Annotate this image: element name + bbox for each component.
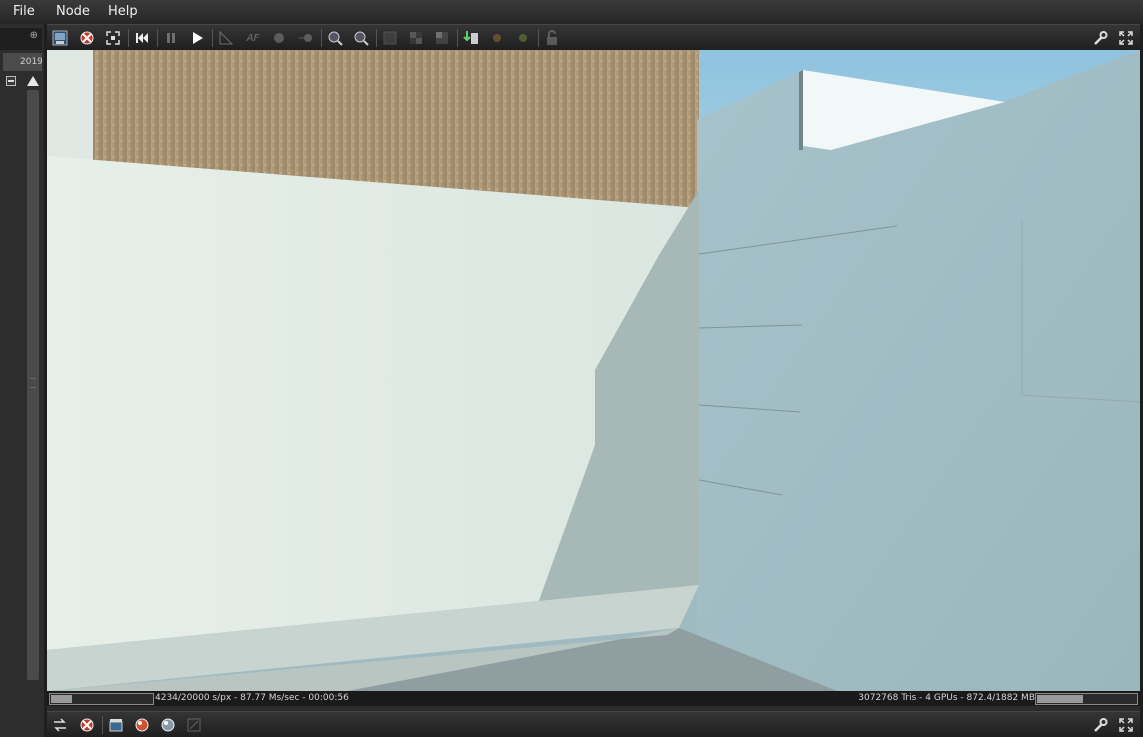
- pick-focus-icon[interactable]: [216, 28, 236, 48]
- pick-material-icon[interactable]: [269, 28, 289, 48]
- lock-icon[interactable]: [542, 28, 562, 48]
- fullscreen-icon[interactable]: [1116, 715, 1136, 735]
- light-icon[interactable]: [487, 28, 507, 48]
- render-progress-bar: [49, 693, 154, 705]
- render-stats: 4234/20000 s/px - 87.77 Ms/sec - 00:00:5…: [155, 693, 349, 703]
- toolbar-separator: [128, 29, 129, 47]
- clear-cache-icon[interactable]: [77, 28, 97, 48]
- zoom-in-icon[interactable]: [325, 28, 345, 48]
- clapperboard-icon[interactable]: [106, 715, 126, 735]
- scene-tab[interactable]: 2019-0: [3, 53, 42, 71]
- toolbar-separator: [102, 716, 103, 734]
- status-bar: 4234/20000 s/px - 87.77 Ms/sec - 00:00:5…: [47, 691, 1140, 706]
- render-progress-fill: [51, 695, 72, 703]
- scrollbar-grip[interactable]: [30, 378, 36, 388]
- save-image-icon[interactable]: [50, 28, 70, 48]
- left-panel-header: ⊕: [0, 28, 42, 50]
- sync-icon[interactable]: [50, 715, 70, 735]
- toolbar-separator: [157, 29, 158, 47]
- node-icon[interactable]: [184, 715, 204, 735]
- menu-file[interactable]: File: [13, 0, 35, 24]
- toolbar-separator: [321, 29, 322, 47]
- render-toolbar: AF: [47, 24, 1140, 50]
- clear-cache-icon[interactable]: [77, 715, 97, 735]
- toolbar-separator: [538, 29, 539, 47]
- toolbar-separator: [212, 29, 213, 47]
- settings-icon[interactable]: [1090, 28, 1110, 48]
- alpha-channel-icon[interactable]: [380, 28, 400, 48]
- scroll-up-icon[interactable]: [27, 76, 39, 86]
- settings-icon[interactable]: [1090, 715, 1110, 735]
- light-alt-icon[interactable]: [513, 28, 533, 48]
- import-icon[interactable]: [461, 28, 481, 48]
- collapse-icon[interactable]: [6, 76, 16, 86]
- memory-usage-fill: [1037, 695, 1083, 703]
- toolbar-separator: [376, 29, 377, 47]
- restart-icon[interactable]: [132, 28, 152, 48]
- fit-viewport-icon[interactable]: [103, 28, 123, 48]
- checker-icon[interactable]: [406, 28, 426, 48]
- material-ball-icon[interactable]: [132, 715, 152, 735]
- scene-stats: 3072768 Tris - 4 GPUs - 872.4/1882 MB: [858, 693, 1035, 703]
- left-panel: ⊕ 2019-0: [0, 24, 44, 737]
- play-icon[interactable]: [187, 28, 207, 48]
- menu-help[interactable]: Help: [108, 0, 138, 24]
- rendered-scene: [47, 50, 1140, 691]
- node-toolbar: [47, 711, 1140, 737]
- menu-bar: File Node Help: [0, 0, 1143, 24]
- left-panel-scrollbar[interactable]: [27, 90, 39, 680]
- material-ball-alt-icon[interactable]: [158, 715, 178, 735]
- pause-icon[interactable]: [161, 28, 181, 48]
- render-viewport[interactable]: [47, 50, 1140, 691]
- fullscreen-icon[interactable]: [1116, 28, 1136, 48]
- pick-object-icon[interactable]: [296, 28, 316, 48]
- zoom-out-icon[interactable]: [351, 28, 371, 48]
- menu-node[interactable]: Node: [56, 0, 90, 24]
- region-icon[interactable]: [432, 28, 452, 48]
- autofocus-icon[interactable]: AF: [243, 28, 263, 48]
- toolbar-separator: [457, 29, 458, 47]
- memory-usage-bar: [1035, 693, 1138, 705]
- pin-icon[interactable]: ⊕: [30, 30, 38, 41]
